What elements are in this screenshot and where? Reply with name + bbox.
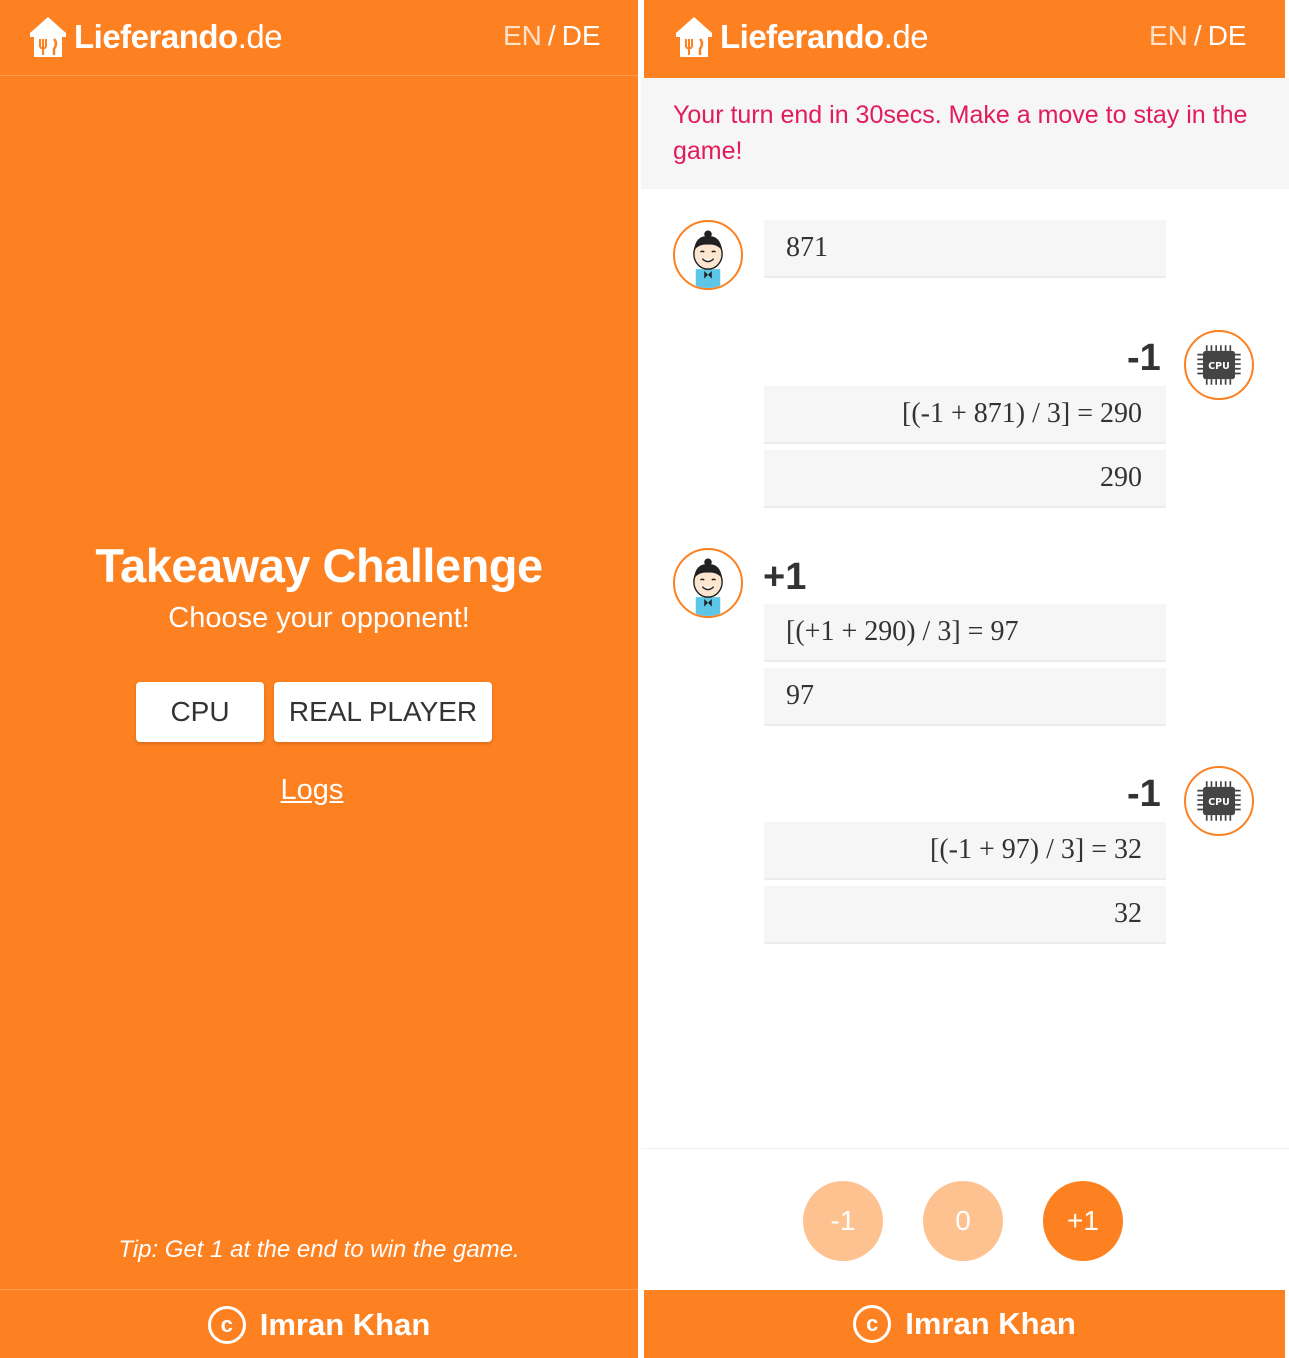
start-value-box: 871 xyxy=(764,220,1166,278)
brand-logo[interactable]: Lieferando.de xyxy=(28,15,283,59)
language-switcher: EN / DE xyxy=(1149,20,1247,51)
plus-one-button[interactable]: +1 xyxy=(1043,1181,1123,1261)
result-box: 290 xyxy=(764,450,1166,508)
zero-button[interactable]: 0 xyxy=(923,1181,1003,1261)
author-name: Imran Khan xyxy=(259,1306,431,1342)
copyright-icon: c xyxy=(853,1305,892,1343)
cpu-move-label: -1 xyxy=(1127,773,1161,815)
cpu-chip-icon: CPU xyxy=(1197,345,1241,385)
footer: c Imran Khan xyxy=(644,1290,1285,1358)
copyright-icon: c xyxy=(207,1305,246,1344)
author-name: Imran Khan xyxy=(905,1306,1076,1341)
choose-opponent-text: Choose your opponent! xyxy=(168,602,470,634)
lang-de-link[interactable]: DE xyxy=(1208,20,1247,51)
result-box: 97 xyxy=(764,668,1166,726)
equation-box: [(-1 + 871) / 3] = 290 xyxy=(764,386,1166,444)
header: Lieferando.de EN / DE xyxy=(0,0,638,76)
minus-one-button[interactable]: -1 xyxy=(803,1181,883,1261)
cpu-player-avatar: CPU xyxy=(1184,766,1254,836)
game-screen: Lieferando.de EN / DE Your turn end in 30s… xyxy=(641,0,1289,1358)
result-box: 32 xyxy=(764,886,1166,944)
cpu-chip-icon: CPU xyxy=(1197,781,1241,821)
cpu-chip-text: CPU xyxy=(1208,797,1229,808)
move-controls: -1 0 +1 xyxy=(641,1148,1289,1288)
turn-timeout-warning: Your turn end in 30secs. Make a move to … xyxy=(641,78,1289,189)
brand-logo[interactable]: Lieferando.de xyxy=(674,15,929,59)
equation-box: [(+1 + 290) / 3] = 97 xyxy=(764,604,1166,662)
header: Lieferando.de EN / DE xyxy=(644,0,1285,78)
footer: c Imran Khan xyxy=(0,1289,638,1358)
logs-link[interactable]: Logs xyxy=(0,774,624,807)
cpu-player-avatar: CPU xyxy=(1184,330,1254,400)
human-player-avatar xyxy=(673,548,743,618)
human-player-avatar xyxy=(673,220,743,290)
game-title: Takeaway Challenge xyxy=(95,539,543,592)
real-player-button[interactable]: REAL PLAYER xyxy=(274,682,492,742)
language-switcher: EN / DE xyxy=(503,20,601,51)
lang-de-link[interactable]: DE xyxy=(562,20,601,51)
equation-box: [(-1 + 97) / 3] = 32 xyxy=(764,822,1166,880)
lang-en-link[interactable]: EN xyxy=(1149,20,1188,51)
brand-name: Lieferando.de xyxy=(720,18,929,55)
house-fork-logo-icon xyxy=(30,17,66,57)
cpu-move-label: -1 xyxy=(1127,337,1161,379)
smiling-boy-avatar-icon xyxy=(693,230,723,288)
cpu-opponent-button[interactable]: CPU xyxy=(136,682,264,742)
start-screen: Lieferando.de EN / DE Takeaway Challenge C… xyxy=(0,0,638,1358)
brand-name: Lieferando.de xyxy=(74,18,283,55)
smiling-boy-avatar-icon xyxy=(693,558,723,616)
lang-en-link[interactable]: EN xyxy=(503,20,542,51)
house-fork-logo-icon xyxy=(676,17,712,57)
cpu-chip-text: CPU xyxy=(1208,361,1229,372)
human-move-label: +1 xyxy=(763,556,807,598)
tip-text: Tip: Get 1 at the end to win the game. xyxy=(118,1236,520,1263)
